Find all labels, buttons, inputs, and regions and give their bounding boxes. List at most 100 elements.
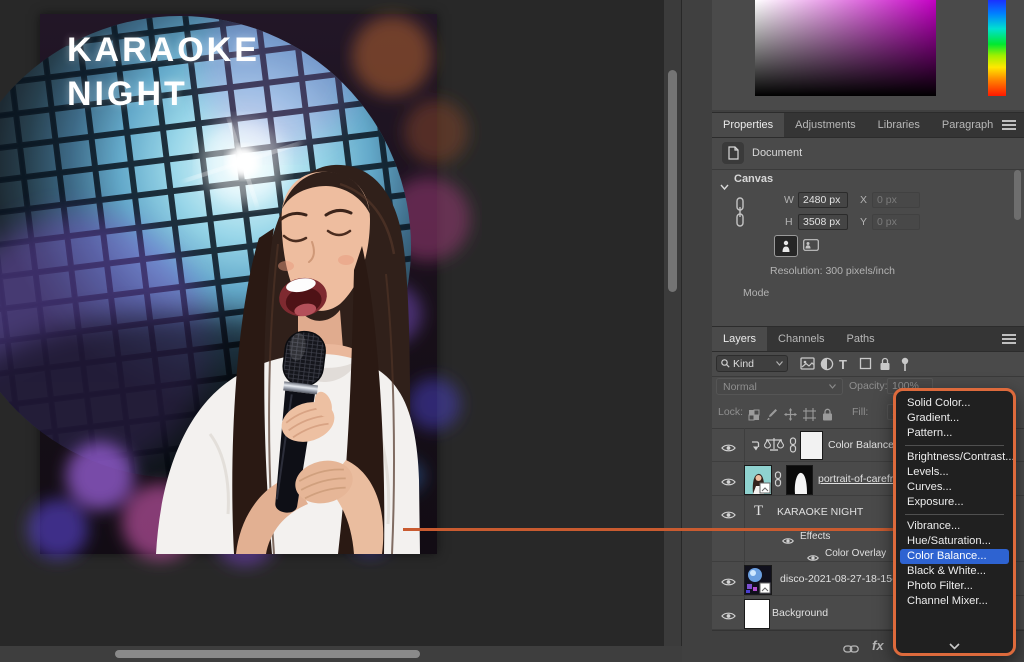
menu-item-brightness-contrast[interactable]: Brightness/Contrast...: [896, 450, 1013, 465]
fill-label: Fill:: [852, 406, 868, 418]
link-layers-icon[interactable]: [843, 641, 859, 659]
tab-layers[interactable]: Layers: [712, 327, 767, 351]
visibility-eye-icon[interactable]: [721, 440, 736, 450]
canvas-vertical-scrollbar[interactable]: [664, 0, 681, 646]
layers-panel-menu-icon[interactable]: [1002, 334, 1016, 345]
menu-item-channel-mixer[interactable]: Channel Mixer...: [896, 594, 1013, 609]
layer-thumbnail[interactable]: [744, 465, 772, 495]
effects-label[interactable]: Effects: [800, 531, 830, 542]
x-field[interactable]: 0 px: [872, 192, 920, 208]
height-label: H: [785, 216, 793, 228]
visibility-eye-icon[interactable]: [807, 549, 819, 559]
color-overlay-label[interactable]: Color Overlay: [825, 548, 886, 559]
canvas-horizontal-scrollbar[interactable]: [0, 646, 682, 662]
opacity-label: Opacity:: [849, 380, 888, 392]
menu-item-black-white[interactable]: Black & White...: [896, 564, 1013, 579]
blend-mode-dropdown[interactable]: Normal: [716, 378, 843, 395]
menu-scroll-down-icon[interactable]: [896, 643, 1013, 650]
blend-mode-value: Normal: [723, 379, 757, 395]
layer-name[interactable]: Color Balance 1: [828, 439, 903, 451]
width-label: W: [784, 194, 794, 206]
layer-mask-thumbnail[interactable]: [786, 465, 813, 495]
canvas-vertical-scrollbar-thumb[interactable]: [668, 70, 677, 292]
menu-separator: [905, 514, 1004, 515]
color-saturation-brightness-picker[interactable]: [755, 0, 936, 96]
adjustment-layer-menu: Solid Color...Gradient...Pattern... Brigh…: [893, 388, 1016, 656]
link-dimensions-icon[interactable]: [734, 196, 746, 233]
chevron-down-icon: [776, 361, 783, 366]
menu-item-curves[interactable]: Curves...: [896, 480, 1013, 495]
poster-title: KARAOKE NIGHT: [67, 28, 260, 116]
document-canvas-area[interactable]: KARAOKE NIGHT: [0, 0, 682, 662]
filter-type-layers-icon[interactable]: T: [839, 357, 854, 372]
chevron-down-icon: [829, 384, 836, 389]
mask-link-icon: [774, 471, 782, 492]
tab-properties[interactable]: Properties: [712, 113, 784, 137]
layer-filter-kind-dropdown[interactable]: Kind: [716, 355, 788, 372]
resolution-label: Resolution: 300 pixels/inch: [770, 265, 895, 277]
lock-label: Lock:: [718, 406, 743, 418]
layers-tabbar: Layers Channels Paths: [712, 326, 1024, 352]
y-field[interactable]: 0 px: [872, 214, 920, 230]
lock-all-icon[interactable]: [822, 408, 835, 421]
tab-paragraph[interactable]: Paragraph: [931, 113, 1004, 137]
visibility-eye-icon[interactable]: [721, 574, 736, 584]
lock-transparency-icon[interactable]: [748, 408, 761, 421]
adjustment-menu-items: Solid Color...Gradient...Pattern... Brigh…: [896, 396, 1013, 609]
canvas-horizontal-scrollbar-thumb[interactable]: [115, 650, 420, 658]
layer-mask-thumbnail[interactable]: [800, 431, 823, 460]
poster-document[interactable]: KARAOKE NIGHT: [40, 14, 437, 554]
menu-item-exposure[interactable]: Exposure...: [896, 495, 1013, 510]
properties-panel: Document Canvas W 2480 px X 0 px H 3508 …: [712, 138, 1024, 326]
filter-toggle-pin-icon[interactable]: [900, 357, 915, 372]
menu-item-pattern[interactable]: Pattern...: [896, 426, 1013, 441]
properties-tabbar: Properties Adjustments Libraries Paragra…: [712, 112, 1024, 138]
tab-libraries[interactable]: Libraries: [867, 113, 931, 137]
hue-slider[interactable]: [988, 0, 1006, 96]
properties-panel-menu-icon[interactable]: [1002, 120, 1016, 131]
lock-artboard-icon[interactable]: [803, 408, 816, 421]
menu-separator: [905, 445, 1004, 446]
filter-adjustment-layers-icon[interactable]: [820, 357, 835, 372]
text-layer-icon: T: [754, 503, 763, 520]
properties-scrollbar-thumb[interactable]: [1014, 170, 1021, 220]
menu-item-photo-filter[interactable]: Photo Filter...: [896, 579, 1013, 594]
layer-thumbnail[interactable]: [744, 599, 770, 629]
layer-filter-kind-label: Kind: [733, 358, 754, 370]
menu-item-solid-color[interactable]: Solid Color...: [896, 396, 1013, 411]
menu-item-gradient[interactable]: Gradient...: [896, 411, 1013, 426]
menu-item-vibrance[interactable]: Vibrance...: [896, 519, 1013, 534]
visibility-eye-icon[interactable]: [782, 532, 794, 542]
lock-image-brush-icon[interactable]: [766, 408, 779, 421]
layer-name[interactable]: Background: [772, 607, 828, 619]
layer-effects-fx-icon[interactable]: fx: [872, 638, 884, 653]
document-label: Document: [752, 147, 802, 159]
height-field[interactable]: 3508 px: [798, 214, 848, 230]
mode-label: Mode: [743, 287, 769, 299]
canvas-section-title[interactable]: Canvas: [734, 173, 773, 185]
visibility-eye-icon[interactable]: [721, 608, 736, 618]
lock-position-move-icon[interactable]: [784, 408, 797, 421]
visibility-eye-icon[interactable]: [721, 474, 736, 484]
orientation-portrait-button[interactable]: [774, 235, 798, 257]
visibility-eye-icon[interactable]: [721, 507, 736, 517]
orientation-landscape-button[interactable]: [800, 235, 822, 255]
menu-item-color-balance[interactable]: Color Balance...: [900, 549, 1009, 564]
canvas-section-chevron-icon[interactable]: [720, 177, 729, 195]
filter-pixel-layers-icon[interactable]: [800, 357, 815, 372]
layer-name[interactable]: KARAOKE NIGHT: [777, 506, 863, 518]
tab-paths[interactable]: Paths: [836, 327, 886, 351]
menu-item-levels[interactable]: Levels...: [896, 465, 1013, 480]
filter-shape-layers-icon[interactable]: [859, 357, 874, 372]
poster-title-line2: NIGHT: [67, 72, 260, 116]
tab-adjustments[interactable]: Adjustments: [784, 113, 867, 137]
clipping-mask-arrow-icon: [750, 439, 760, 457]
width-field[interactable]: 2480 px: [798, 192, 848, 208]
layer-thumbnail[interactable]: [744, 565, 772, 595]
color-balance-scales-icon: [764, 437, 784, 457]
mask-link-icon: [789, 437, 797, 458]
menu-item-hue-saturation[interactable]: Hue/Saturation...: [896, 534, 1013, 549]
poster-title-line1: KARAOKE: [67, 28, 260, 72]
tab-channels[interactable]: Channels: [767, 327, 835, 351]
filter-smart-object-lock-icon[interactable]: [879, 357, 894, 372]
